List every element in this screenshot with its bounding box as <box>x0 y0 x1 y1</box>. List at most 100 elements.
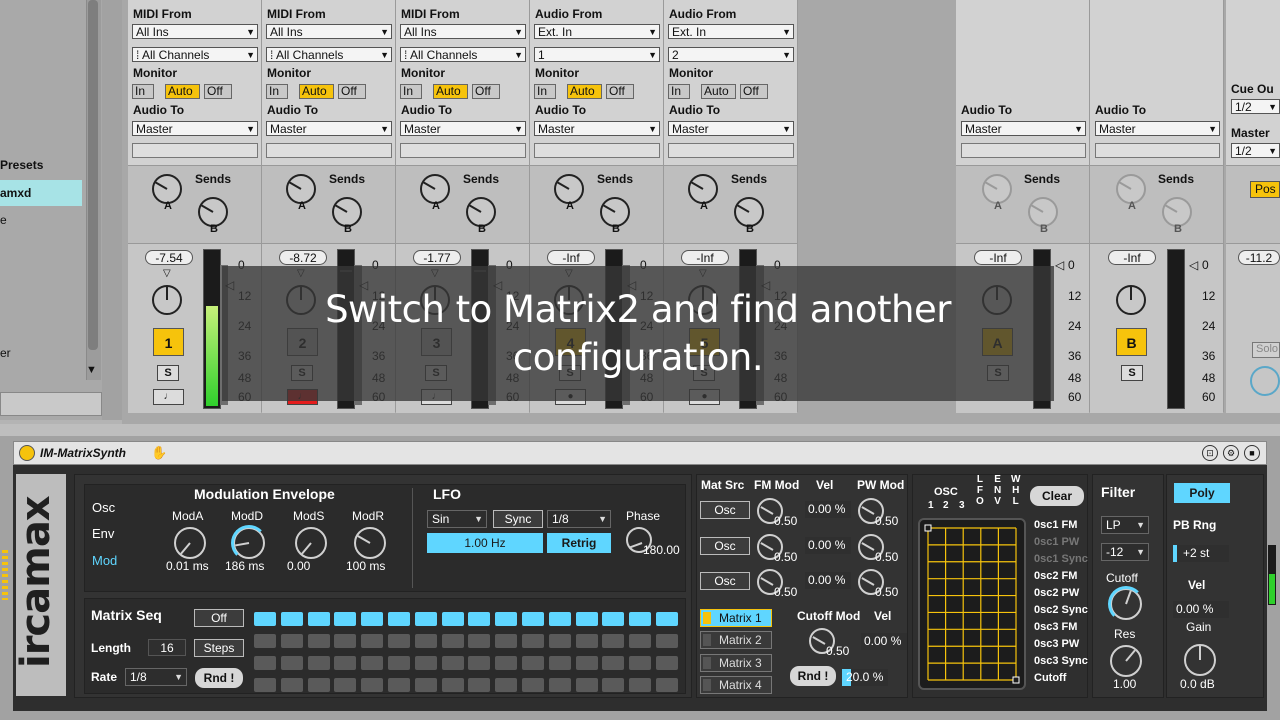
seq-step-cell[interactable] <box>495 678 518 692</box>
seq-step-cell[interactable] <box>361 678 384 692</box>
solo-switch[interactable]: Solo <box>1252 342 1280 358</box>
input-channel-select[interactable]: ⁞ All Channels <box>400 47 526 62</box>
output-channel-field[interactable] <box>132 143 258 158</box>
seq-step-cell[interactable] <box>522 678 544 692</box>
seq-step-cell[interactable] <box>334 656 357 670</box>
pan-knob[interactable] <box>152 285 182 315</box>
master-out-select[interactable]: 1/2 <box>1231 143 1280 158</box>
seq-step-cell[interactable] <box>575 634 598 648</box>
browser-item-er[interactable]: er <box>0 346 11 360</box>
env-knob[interactable] <box>354 527 386 559</box>
output-channel-field[interactable] <box>668 143 794 158</box>
seq-step-cell[interactable] <box>441 678 464 692</box>
matrix-select-button[interactable]: Matrix 1 <box>700 609 772 627</box>
seq-step-cell[interactable] <box>522 634 544 648</box>
seq-step-cell[interactable] <box>307 678 330 692</box>
matrix-select-button[interactable]: Matrix 4 <box>700 675 772 694</box>
seq-step-cell[interactable] <box>468 656 491 670</box>
seq-step-cell[interactable] <box>361 634 384 648</box>
seq-step-cell[interactable] <box>254 656 276 670</box>
seq-step-cell[interactable] <box>575 656 598 670</box>
grid-connection-node[interactable] <box>924 524 932 532</box>
seq-step-cell[interactable] <box>522 612 544 626</box>
tab-mod[interactable]: Mod <box>92 553 117 568</box>
cue-out-select[interactable]: 1/2 <box>1231 99 1280 114</box>
seq-step-cell[interactable] <box>441 634 464 648</box>
poly-button[interactable]: Poly <box>1174 483 1230 503</box>
output-select[interactable]: Master <box>961 121 1086 136</box>
filter-slope-select[interactable]: -12 <box>1101 543 1149 561</box>
seq-step-cell[interactable] <box>629 678 652 692</box>
monitor-off-button[interactable]: Off <box>338 84 366 99</box>
output-channel-field[interactable] <box>400 143 526 158</box>
seq-step-cell[interactable] <box>441 612 464 626</box>
vel-value[interactable]: 0.00 % <box>805 537 851 554</box>
pb-range-value[interactable]: +2 st <box>1173 545 1229 562</box>
monitor-in-button[interactable]: In <box>668 84 690 99</box>
volume-fader-handle-icon[interactable]: ◁ <box>1055 258 1064 272</box>
output-select[interactable]: Master <box>266 121 392 136</box>
edit-icon[interactable]: ⚙ <box>1223 445 1239 461</box>
seq-step-cell[interactable] <box>548 612 571 626</box>
vel-value[interactable]: 0.00 % <box>1173 601 1229 618</box>
monitor-auto-button[interactable]: Auto <box>567 84 602 99</box>
seq-length-value[interactable]: 16 <box>148 639 186 656</box>
cutoff-amount-field[interactable]: 20.0 % <box>842 669 888 686</box>
volume-field[interactable]: -7.54 <box>145 250 193 265</box>
seq-step-cell[interactable] <box>414 678 437 692</box>
seq-step-cell[interactable] <box>414 634 437 648</box>
seq-step-cell[interactable] <box>656 634 678 648</box>
track-activator-button[interactable]: 1 <box>153 328 184 356</box>
seq-step-cell[interactable] <box>575 612 598 626</box>
volume-field[interactable]: -Inf <box>1108 250 1156 265</box>
seq-step-cell[interactable] <box>334 634 357 648</box>
device-left-handle[interactable] <box>2 550 8 600</box>
monitor-off-button[interactable]: Off <box>472 84 500 99</box>
seq-step-cell[interactable] <box>629 634 652 648</box>
grid-connection-node[interactable] <box>1012 676 1020 684</box>
env-knob[interactable] <box>174 527 206 559</box>
browser-scroll-thumb[interactable] <box>88 0 98 350</box>
monitor-auto-button[interactable]: Auto <box>299 84 334 99</box>
seq-step-cell[interactable] <box>495 656 518 670</box>
output-channel-field[interactable] <box>266 143 392 158</box>
seq-step-cell[interactable] <box>334 612 357 626</box>
cue-volume-knob[interactable] <box>1250 366 1280 396</box>
seq-step-cell[interactable] <box>656 656 678 670</box>
seq-step-cell[interactable] <box>307 634 330 648</box>
seq-step-cell[interactable] <box>495 634 518 648</box>
input-source-select[interactable]: All Ins <box>132 24 258 39</box>
seq-step-cell[interactable] <box>468 678 491 692</box>
monitor-auto-button[interactable]: Auto <box>701 84 736 99</box>
cutoff-random-button[interactable]: Rnd ! <box>790 666 836 686</box>
monitor-in-button[interactable]: In <box>400 84 422 99</box>
device-title-bar[interactable]: IM-MatrixSynth ✋ ⊡ ⚙ ■ <box>13 441 1267 465</box>
env-knob[interactable] <box>231 525 267 561</box>
seq-step-cell[interactable] <box>280 678 303 692</box>
res-knob[interactable] <box>1110 645 1142 677</box>
seq-step-cell[interactable] <box>414 656 437 670</box>
seq-step-cell[interactable] <box>602 634 625 648</box>
output-channel-field[interactable] <box>961 143 1086 158</box>
output-channel-field[interactable] <box>1095 143 1220 158</box>
device-power-icon[interactable] <box>19 445 35 461</box>
cutoff-knob[interactable] <box>1108 586 1144 622</box>
seq-off-button[interactable]: Off <box>194 609 244 627</box>
volume-field[interactable]: -8.72 <box>279 250 327 265</box>
seq-step-cell[interactable] <box>254 678 276 692</box>
mat-src-button[interactable]: Osc <box>700 572 750 590</box>
seq-step-cell[interactable] <box>307 612 330 626</box>
lfo-sync-button[interactable]: Sync <box>493 510 543 528</box>
seq-step-cell[interactable] <box>388 678 410 692</box>
lfo-rate-slider[interactable]: 1.00 Hz <box>427 533 543 553</box>
seq-step-cell[interactable] <box>334 678 357 692</box>
input-channel-select[interactable]: 1 <box>534 47 660 62</box>
seq-step-cell[interactable] <box>388 612 410 626</box>
matrix-select-button[interactable]: Matrix 3 <box>700 653 772 672</box>
monitor-in-button[interactable]: In <box>266 84 288 99</box>
browser-item-presets[interactable]: Presets <box>0 158 43 172</box>
seq-step-cell[interactable] <box>629 612 652 626</box>
seq-step-cell[interactable] <box>361 656 384 670</box>
lfo-division-select[interactable]: 1/8 <box>547 510 611 528</box>
solo-button[interactable]: S <box>1121 365 1143 381</box>
